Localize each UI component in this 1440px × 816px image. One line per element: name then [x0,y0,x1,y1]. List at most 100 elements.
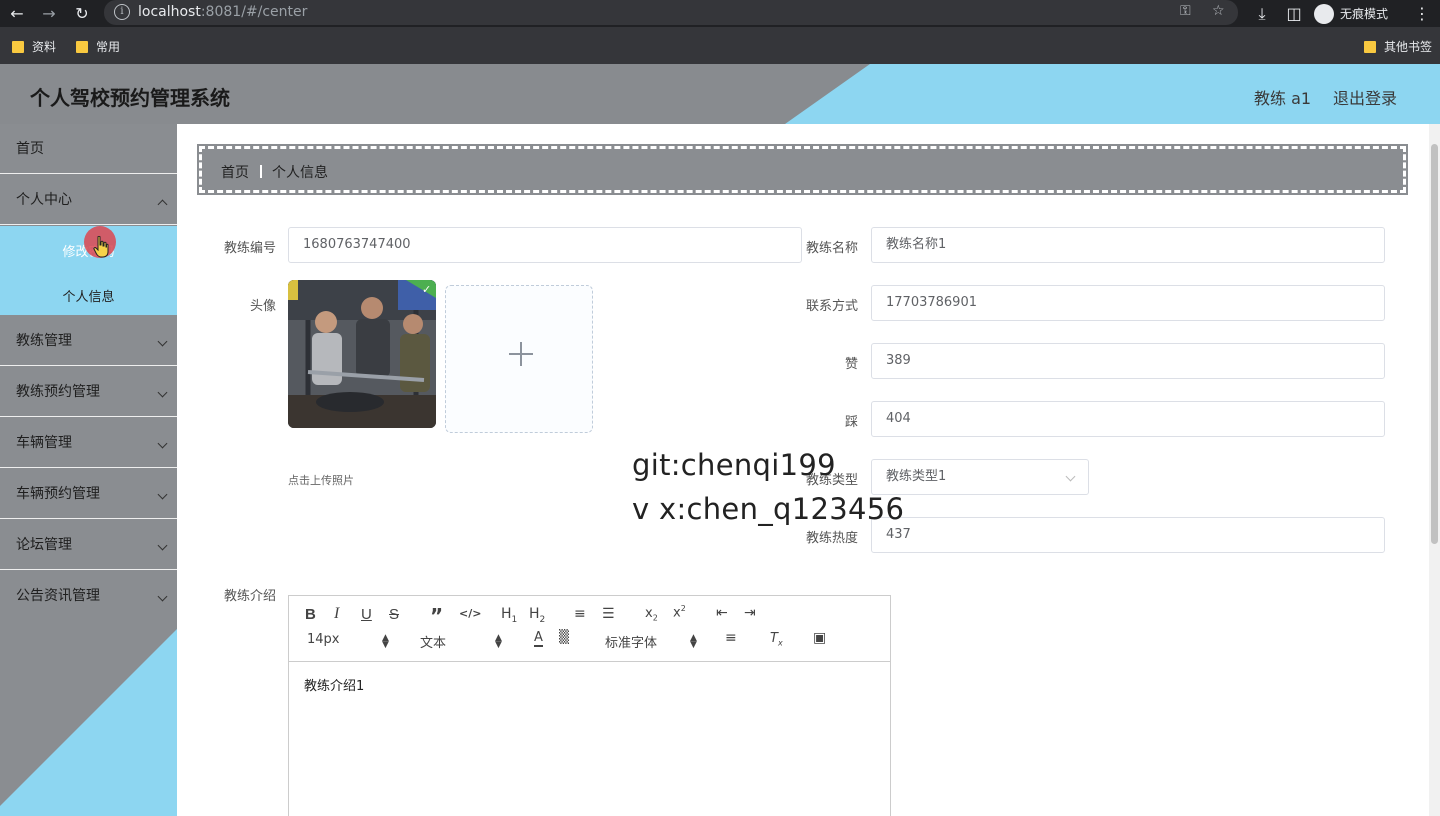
header-2-icon[interactable]: H2 [529,606,545,625]
plus-icon-stroke [520,342,522,366]
subscript-icon[interactable]: x2 [645,606,658,623]
background-color-icon[interactable]: ▒ [559,631,569,645]
font-size-picker[interactable]: 14px [307,632,340,647]
sidebar-item-home[interactable]: 首页 [0,124,177,174]
watermark-line-2: v x:chen_q123456 [632,492,905,526]
editor-content[interactable]: 教练介绍1 [304,675,364,694]
incognito-label: 无痕模式 [1340,7,1389,21]
font-color-icon[interactable]: A [534,631,543,647]
bookmark-folder[interactable]: 常用 [76,38,120,55]
avatar-label: 头像 [249,299,276,314]
watermark-line-1: git:chenqi199 [632,448,836,482]
breadcrumb-current: 个人信息 [272,165,328,181]
breadcrumb: 首页 个人信息 [197,144,1408,195]
sidebar-item-coach-manage[interactable]: 教练管理 [0,316,177,366]
underline-icon[interactable]: U [361,606,372,623]
h1-letter: H [501,606,512,622]
align-icon[interactable]: ≡ [725,630,737,646]
strikethrough-icon[interactable]: S [389,606,399,623]
breadcrumb-home[interactable]: 首页 [221,162,249,182]
bookmark-label: 资料 [32,40,57,54]
download-icon[interactable]: ⤓ [1251,3,1273,25]
font-family-picker[interactable]: 标准字体 [605,632,657,651]
sidebar: 首页 个人中心 修改密码 个人信息 教练管理 教练预约管理 车辆管理 车辆预约管… [0,124,177,816]
blockquote-icon[interactable]: ” [430,604,443,628]
avatar-photo: ✓ [288,280,436,428]
dislike-input[interactable]: 404 [871,401,1385,437]
contact-input[interactable]: 17703786901 [871,285,1385,321]
forward-icon[interactable]: → [38,3,60,25]
intro-label: 教练介绍 [223,589,276,604]
reload-icon[interactable]: ↻ [71,3,93,25]
incognito-icon [1314,3,1334,24]
rich-text-editor: B I U S ” </> H1 H2 ≡ ☰ x2 x2 ⇤ ⇥ 14px ▲… [288,595,891,816]
outdent-icon[interactable]: ⇤ [716,605,728,621]
sidebar-item-label: 个人中心 [16,192,72,208]
avatar-image[interactable]: ✓ [288,280,436,428]
back-icon[interactable]: ← [6,3,28,25]
bookmark-label: 常用 [96,40,121,54]
image-icon[interactable]: ▣ [813,630,826,646]
sidebar-item-coach-booking[interactable]: 教练预约管理 [0,367,177,417]
bold-icon[interactable]: B [305,606,316,623]
bookmark-label: 其他书签 [1384,40,1433,54]
sidebar-item-label: 车辆管理 [16,435,72,451]
chevron-down-icon [157,540,168,551]
like-input[interactable]: 389 [871,343,1385,379]
chevron-down-icon [157,489,168,500]
submenu-item-profile[interactable]: 个人信息 [0,286,177,305]
coach-heat-input[interactable]: 437 [871,517,1385,553]
contact-label: 联系方式 [805,299,858,314]
sidebar-item-vehicle-manage[interactable]: 车辆管理 [0,418,177,468]
superscript-icon[interactable]: x2 [673,604,686,620]
sidepanel-icon[interactable]: ◫ [1283,3,1305,25]
coach-type-value: 教练类型1 [886,469,947,484]
font-family-arrows-icon: ▲ ▼ [690,633,697,650]
sidebar-item-label: 教练管理 [16,333,72,349]
star-icon[interactable]: ☆ [1212,3,1225,19]
sidebar-item-announcements[interactable]: 公告资讯管理 [0,571,177,621]
coach-no-input[interactable]: 1680763747400 [288,227,802,263]
sidebar-item-personal-center[interactable]: 个人中心 [0,175,177,225]
svg-text:✓: ✓ [422,283,431,296]
header-1-icon[interactable]: H1 [501,606,517,625]
code-icon[interactable]: </> [459,607,481,620]
like-label: 赞 [844,357,858,372]
sidebar-item-label: 教练预约管理 [16,384,100,400]
sidebar-item-vehicle-booking[interactable]: 车辆预约管理 [0,469,177,519]
sidebar-item-label: 车辆预约管理 [16,486,100,502]
other-bookmarks[interactable]: 其他书签 [1364,38,1432,55]
ordered-list-icon[interactable]: ≡ [574,606,586,622]
coach-name-label: 教练名称 [805,241,858,256]
incognito-badge[interactable]: 无痕模式 [1314,3,1388,24]
clear-format-icon[interactable]: Tx [770,631,783,648]
key-icon[interactable]: ⚿ [1180,3,1191,19]
hand-cursor-icon [93,236,109,258]
text-style-picker[interactable]: 文本 [420,632,446,651]
sidebar-item-forum[interactable]: 论坛管理 [0,520,177,570]
chevron-up-icon [157,199,168,210]
bookmarks-bar: 资料 常用 其他书签 [0,27,1440,64]
coach-name-input[interactable]: 教练名称1 [871,227,1385,263]
indent-icon[interactable]: ⇥ [744,605,756,621]
bullet-list-icon[interactable]: ☰ [602,606,615,622]
chevron-down-icon [157,336,168,347]
logout-link[interactable]: 退出登录 [1333,85,1397,109]
chevron-down-icon [1065,471,1076,482]
url-text[interactable]: localhost:8081/#/center [138,4,307,20]
folder-icon [12,40,24,53]
chevron-down-icon [157,591,168,602]
chevron-down-icon [157,438,168,449]
coach-type-select[interactable]: 教练类型1 [871,459,1089,495]
site-info-icon[interactable]: i [114,4,130,20]
folder-icon [76,40,88,53]
scrollbar-thumb[interactable] [1431,144,1438,544]
page-scrollbar[interactable] [1429,124,1440,816]
italic-icon[interactable]: I [334,605,339,623]
upload-button[interactable] [445,285,593,433]
bookmark-folder[interactable]: 资料 [12,38,56,55]
menu-kebab-icon[interactable]: ⋮ [1411,3,1433,25]
dislike-label: 踩 [844,415,858,430]
address-bar[interactable]: i localhost:8081/#/center ⚿ ☆ [104,0,1238,25]
app-title: 个人驾校预约管理系统 [30,86,230,110]
